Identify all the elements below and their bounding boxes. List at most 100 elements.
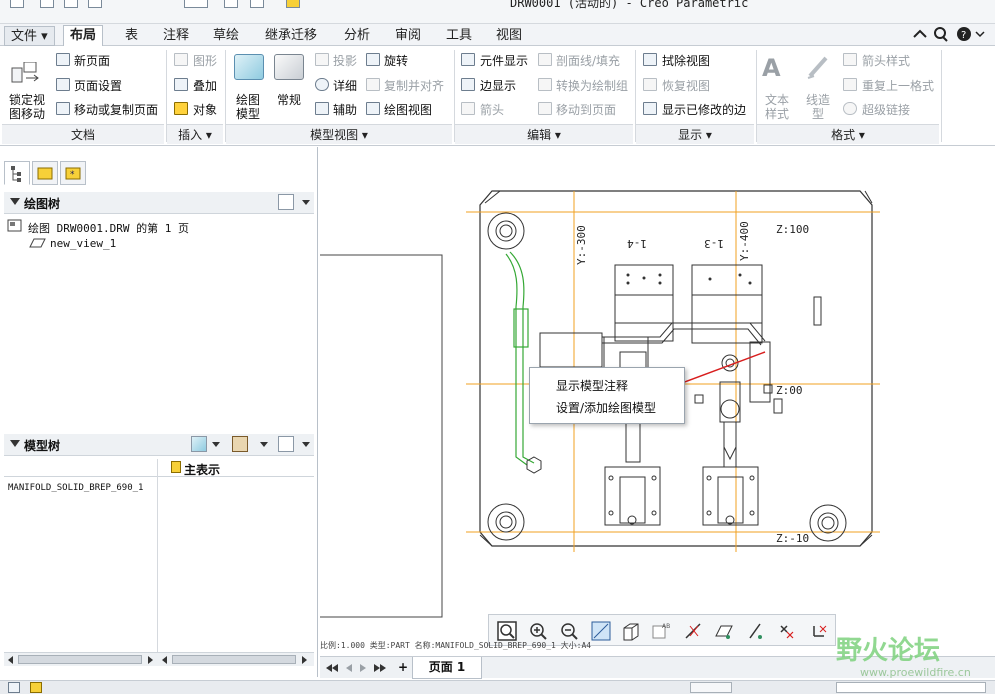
collapse-icon[interactable]: [10, 440, 20, 447]
tab-folder-browser[interactable]: [32, 161, 58, 185]
new-file-icon[interactable]: [40, 0, 54, 8]
plane-display-icon[interactable]: [713, 620, 735, 642]
drawing-view-button[interactable]: 绘图视图: [384, 103, 432, 117]
tab-view[interactable]: 视图: [490, 26, 528, 46]
tab-legacy-migration[interactable]: 继承迁移: [259, 26, 323, 46]
group-format-label[interactable]: 格式 ▾: [757, 124, 939, 144]
first-page-icon[interactable]: [326, 664, 338, 672]
point-display-icon[interactable]: [775, 620, 797, 642]
tab-tools[interactable]: 工具: [440, 26, 478, 46]
chevron-down-icon[interactable]: [212, 442, 220, 447]
filter-button[interactable]: [690, 682, 732, 693]
page-setup-button[interactable]: 页面设置: [74, 79, 122, 93]
projection-button[interactable]: 投影: [333, 54, 357, 68]
tab-analysis[interactable]: 分析: [338, 26, 376, 46]
refit-icon[interactable]: [496, 620, 518, 642]
graphic-button[interactable]: 图形: [193, 54, 217, 68]
auxiliary-button[interactable]: 辅助: [333, 103, 357, 117]
message-icon[interactable]: [30, 682, 42, 693]
last-page-icon[interactable]: [374, 664, 386, 672]
revolve-button[interactable]: 旋转: [384, 54, 408, 68]
tab-table[interactable]: 表: [119, 26, 144, 46]
tree-item-view[interactable]: new_view_1: [50, 237, 116, 250]
detail-button[interactable]: 详细: [333, 79, 357, 93]
axis-display-icon[interactable]: [744, 620, 766, 642]
copy-align-button[interactable]: 复制并对齐: [384, 79, 444, 93]
overlay-button[interactable]: 叠加: [193, 79, 217, 93]
restore-view-button[interactable]: 恢复视图: [662, 79, 710, 93]
window-icon[interactable]: [250, 0, 264, 8]
display-style-icon[interactable]: [620, 620, 642, 642]
tab-file[interactable]: 文件 ▾: [4, 26, 55, 46]
hyperlink-button[interactable]: 超级链接: [862, 103, 910, 117]
add-page-button[interactable]: +: [396, 659, 410, 675]
help-icon[interactable]: ?: [957, 27, 971, 41]
lock-view-button[interactable]: 锁定视 图移动: [9, 93, 45, 121]
move-copy-page-button[interactable]: 移动或复制页面: [74, 103, 158, 117]
datum-display-icon[interactable]: [682, 620, 704, 642]
tools-icon[interactable]: [232, 436, 248, 452]
csys-display-icon[interactable]: [806, 620, 828, 642]
new-page-button[interactable]: 新页面: [74, 54, 110, 68]
tab-drawing-tree[interactable]: [4, 161, 30, 185]
model-tree-item[interactable]: MANIFOLD_SOLID_BREP_690_1: [8, 483, 143, 493]
group-insert-label[interactable]: 插入 ▾: [167, 124, 223, 144]
text-style-button[interactable]: 文本 样式: [765, 93, 789, 121]
open-file-icon[interactable]: [64, 0, 78, 8]
tab-review[interactable]: 审阅: [389, 26, 427, 46]
move-to-page-button[interactable]: 移动到页面: [556, 103, 616, 117]
saved-orientations-icon[interactable]: AB: [650, 620, 672, 642]
model-display-icon[interactable]: [191, 436, 207, 452]
collapse-icon[interactable]: [10, 198, 20, 205]
tab-favorites[interactable]: *: [60, 161, 86, 185]
element-display-button[interactable]: 元件显示: [480, 54, 528, 68]
scroll-right-icon[interactable]: [148, 656, 153, 664]
show-modified-edges-button[interactable]: 显示已修改的边: [662, 103, 746, 117]
scroll-right-icon[interactable]: [302, 656, 307, 664]
chevron-down-icon[interactable]: [302, 200, 310, 205]
tree-settings-icon[interactable]: [278, 194, 294, 210]
chevron-down-icon[interactable]: [975, 31, 985, 38]
chevron-down-icon[interactable]: [260, 442, 268, 447]
group-edit-label[interactable]: 编辑 ▾: [455, 124, 633, 144]
chevron-down-icon[interactable]: [302, 442, 310, 447]
customize-icon[interactable]: [286, 0, 300, 8]
line-style-button[interactable]: 线造 型: [806, 93, 830, 121]
zoom-in-icon[interactable]: [527, 620, 549, 642]
next-page-icon[interactable]: [360, 664, 366, 672]
selection-filter[interactable]: [836, 682, 986, 693]
scroll-thumb[interactable]: [18, 655, 142, 664]
group-display-label[interactable]: 显示 ▾: [636, 124, 754, 144]
erase-view-button[interactable]: 拭除视图: [662, 54, 710, 68]
previous-page-icon[interactable]: [346, 664, 352, 672]
group-model-views-label[interactable]: 模型视图 ▾: [226, 124, 452, 144]
general-view-button[interactable]: 常规: [277, 93, 301, 107]
minimize-ribbon-icon[interactable]: [913, 29, 927, 38]
select-box-icon[interactable]: [184, 0, 208, 8]
menu-item-set-add-drawing-model[interactable]: 设置/添加绘图模型: [556, 399, 656, 416]
repeat-format-button[interactable]: 重复上一格式: [862, 79, 934, 93]
regenerate-icon[interactable]: [224, 0, 238, 8]
section-fill-button[interactable]: 剖面线/填充: [556, 54, 620, 68]
horizontal-scrollbar[interactable]: [4, 652, 314, 666]
tree-settings-icon[interactable]: [278, 436, 294, 452]
scroll-left-icon[interactable]: [162, 656, 167, 664]
arrow-button[interactable]: 箭头: [480, 103, 504, 117]
page-tab-1[interactable]: 页面 1: [412, 657, 482, 679]
search-icon[interactable]: [934, 27, 948, 42]
menu-item-show-model-annotations[interactable]: 显示模型注释: [556, 377, 628, 394]
arrow-style-button[interactable]: 箭头样式: [862, 54, 910, 68]
tab-sketch[interactable]: 草绘: [207, 26, 245, 46]
tree-item-page[interactable]: 绘图 DRW0001.DRW 的第 1 页: [28, 220, 189, 236]
column-header-main-rep[interactable]: 主表示: [184, 461, 220, 478]
tab-layout[interactable]: 布局: [63, 25, 104, 47]
status-icon[interactable]: [8, 682, 20, 693]
scroll-left-icon[interactable]: [8, 656, 13, 664]
repaint-icon[interactable]: [590, 620, 612, 642]
object-button[interactable]: 对象: [193, 103, 217, 117]
edge-display-button[interactable]: 边显示: [480, 79, 516, 93]
convert-draw-group-button[interactable]: 转换为绘制组: [556, 79, 628, 93]
zoom-out-icon[interactable]: [558, 620, 580, 642]
drawing-model-button[interactable]: 绘图 模型: [236, 93, 260, 121]
save-icon[interactable]: [88, 0, 102, 8]
